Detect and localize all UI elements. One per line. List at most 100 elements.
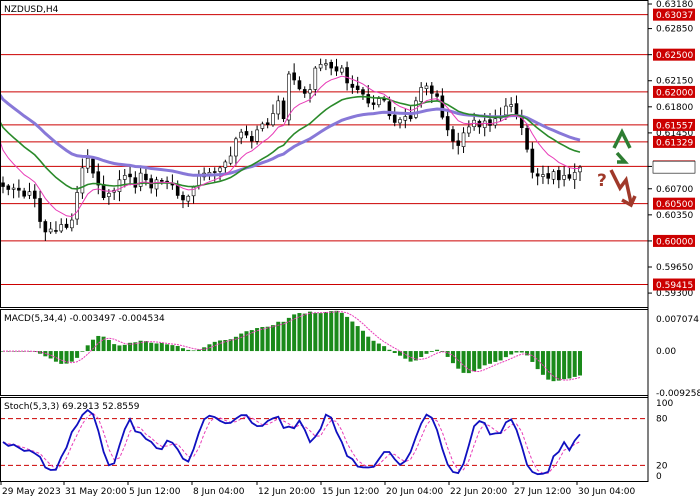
candle-body [293,73,296,80]
macd-bar [297,313,301,351]
stoch-axis-label: 80 [656,415,668,425]
price-pane: ? [0,15,648,285]
x-axis-label: 5 Jun 12:00 [129,487,181,497]
candle-body [33,191,36,198]
stoch-axis-label: 20 [656,461,668,471]
macd-bar [477,351,481,369]
macd-bar [387,350,391,351]
x-axis-label: 12 Jun 20:00 [258,487,315,497]
macd-bar [324,312,328,351]
level-label: 0.59415 [656,281,693,291]
macd-bar [245,331,249,351]
macd-bar [271,325,275,351]
macd-bar [504,351,508,357]
x-axis-label: 15 Jun 12:00 [322,487,379,497]
macd-bar [557,351,561,381]
x-axis-label: 22 Jun 20:00 [450,487,507,497]
candle-body [330,62,333,68]
candle-body [256,130,259,141]
candle-body [393,115,396,122]
macd-bar [350,322,354,352]
candle-body [49,229,52,232]
candle-body [17,188,20,190]
candle-body [531,149,534,172]
macd-bar [451,351,455,363]
candle-body [271,114,274,125]
level-label: 0.60500 [656,200,693,210]
candle-body [282,101,285,119]
chart-canvas: ? 0.631800.628500.625000.621500.618000.6… [0,0,700,500]
candle-body [28,192,31,196]
macd-bar [260,327,264,351]
candle-body [176,185,179,195]
x-axis-label: 30 Jun 04:00 [578,487,635,497]
price-axis-label: 0.60700 [656,185,693,195]
candle-body [76,192,79,219]
candle-body [81,168,84,193]
candle-body [361,90,364,95]
level-label: 0.60000 [656,237,693,247]
macd-bar [562,351,566,379]
candle-body [526,128,529,149]
candle-body [563,175,566,179]
candle-body [351,84,354,87]
macd-bar [160,343,164,351]
macd-axis-label: 0.007074 [656,315,699,325]
candle-body [107,193,110,196]
candle-body [409,116,412,119]
macd-bar [186,350,190,351]
macd-bar [303,314,307,351]
candle-body [39,198,42,221]
candle-body [54,230,57,231]
macd-bar [266,327,270,351]
macd-bar [546,351,550,380]
macd-bar [149,343,153,351]
candle-body [372,103,375,105]
macd-bar [393,351,397,353]
candle-body [430,86,433,94]
macd-bar [86,345,90,351]
candle-body [91,159,94,173]
candle-body [346,67,349,82]
stoch-axis-label: 0 [656,472,662,482]
candle-body [436,94,439,97]
macd-bar [430,351,434,352]
candle-body [573,172,576,179]
candle-body [266,123,269,125]
candle-body [399,119,402,122]
candle-body [70,220,73,228]
question-mark-text: ? [597,171,607,191]
macd-bar [239,334,243,351]
macd-bar [372,341,376,351]
macd-bar [462,351,466,373]
macd-bar [144,341,148,351]
candle-body [144,174,147,180]
macd-bar [499,351,503,360]
macd-bar [319,313,323,351]
candle-body [123,175,126,179]
candle-body [181,195,184,200]
up-arrow-base-icon [617,153,625,162]
candle-body [446,116,449,129]
price-axis-label: 0.60350 [656,211,693,221]
macd-bar [117,345,121,351]
candle-body [552,172,555,180]
candle-body [303,89,306,93]
stoch-main-line [3,410,580,474]
candle-body [23,191,26,196]
price-axis-label: 0.62150 [656,77,693,87]
macd-bar [282,322,286,351]
candle-body [457,141,460,146]
candle-body [441,96,444,117]
symbol-label: NZDUSD,H4 [4,5,59,15]
price-axis-label: 0.61800 [656,103,693,113]
candle-body [234,139,237,156]
macd-bar [541,351,545,375]
macd-bar [366,337,370,351]
candle-body [340,68,343,72]
macd-bar [578,351,582,375]
candle-body [219,168,222,171]
macd-axis-label: 0.00 [656,347,676,357]
macd-bar [80,351,84,352]
candle-body [557,170,560,179]
